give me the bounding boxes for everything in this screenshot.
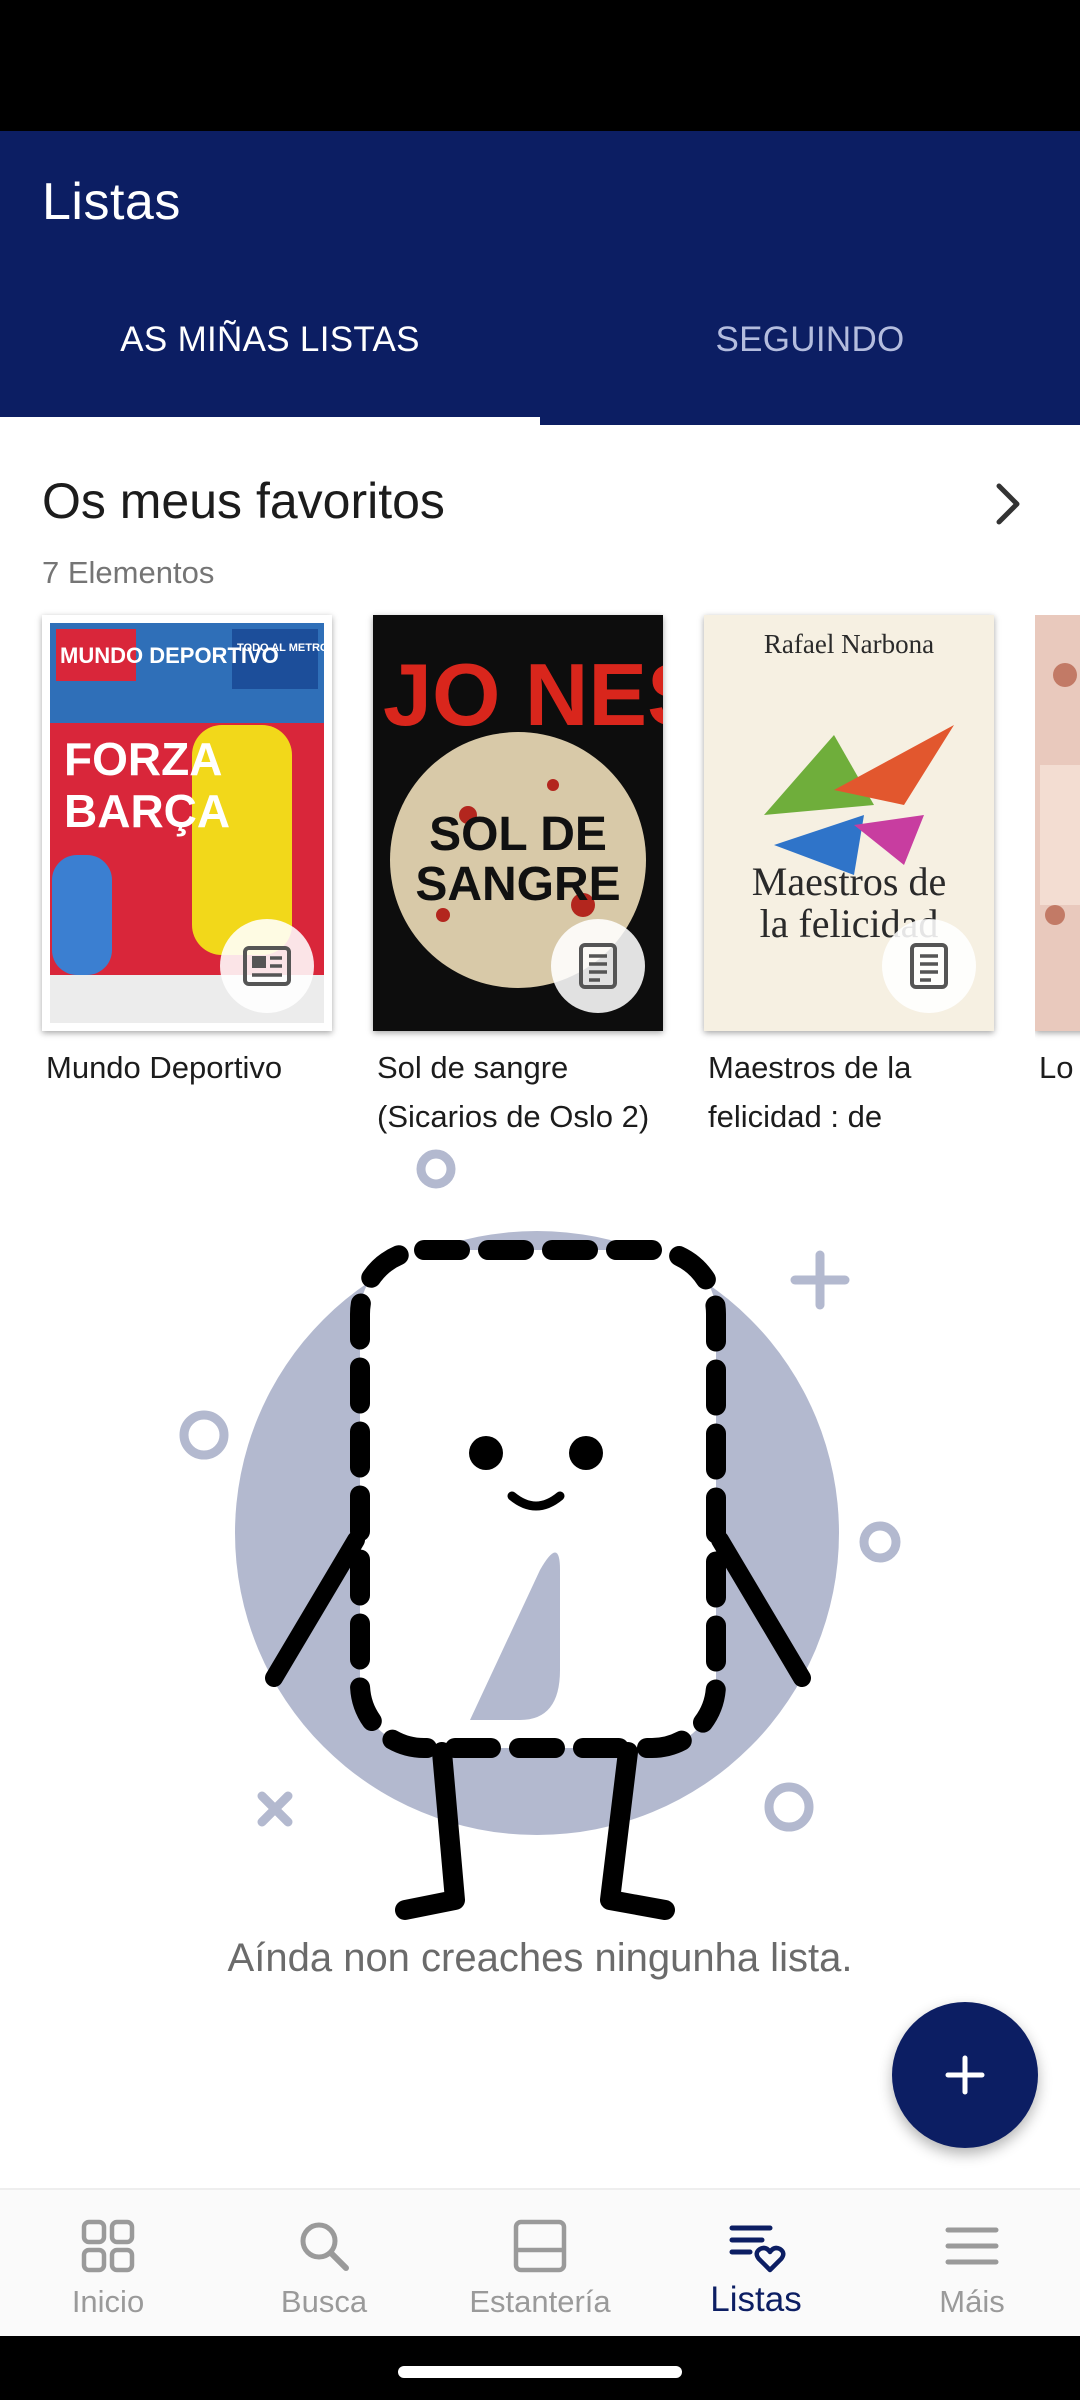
book-icon: [551, 919, 645, 1013]
status-bar: [0, 0, 1080, 131]
newspaper-icon: [220, 919, 314, 1013]
empty-list-illustration: [179, 1149, 901, 1920]
menu-icon: [945, 2227, 999, 2265]
list-heart-icon: [729, 2225, 786, 2273]
svg-text:JO NESBØ: JO NESBØ: [383, 645, 663, 744]
svg-text:BARÇA: BARÇA: [64, 785, 230, 837]
book-title: Sol de sangre (Sicarios de Oslo 2): [377, 1050, 650, 1134]
home-gesture-bar[interactable]: [398, 2366, 682, 2378]
favorites-count: 7 Elementos: [42, 555, 215, 590]
nav-label: Inicio: [71, 2284, 145, 2319]
shelf-icon: [513, 2219, 567, 2273]
book-title: Mundo Deportivo: [46, 1050, 283, 1085]
svg-text:FORZA: FORZA: [64, 733, 222, 785]
nav-item-busca[interactable]: Busca: [216, 2190, 432, 2338]
nav-item-inicio[interactable]: Inicio: [0, 2190, 216, 2338]
svg-text:SOL DE: SOL DE: [429, 808, 607, 861]
book-cover[interactable]: MUNDO DEPORTIVO TODO AL METROPOLITANO FO…: [42, 615, 332, 1031]
book-icon: [882, 919, 976, 1013]
chevron-right-icon[interactable]: [980, 476, 1036, 532]
nav-label: Listas: [710, 2280, 802, 2319]
nav-item-estanteria[interactable]: Estantería: [432, 2190, 648, 2338]
tab-my-lists[interactable]: AS MIÑAS LISTAS: [0, 320, 540, 384]
book-title: Lo sus: [1039, 1050, 1080, 1085]
nav-label: Estantería: [469, 2284, 611, 2319]
book-cover[interactable]: Rafael Narbona Maestros de la felicidad: [704, 615, 994, 1031]
empty-state-message: Aínda non creaches ningunha lista.: [227, 1936, 853, 1980]
favorite-item[interactable]: Rafael Narbona Maestros de la felicidad …: [704, 615, 994, 1141]
plus-icon: [945, 2055, 985, 2095]
search-icon: [300, 2222, 349, 2271]
grid-icon: [81, 2219, 135, 2273]
page-title: Listas: [42, 173, 181, 231]
svg-text:Maestros de: Maestros de: [752, 859, 946, 904]
svg-text:Rafael Narbona: Rafael Narbona: [764, 629, 934, 659]
book-cover[interactable]: JO NESBØ SOL DE SANGRE: [373, 615, 663, 1031]
tab-following[interactable]: SEGUINDO: [540, 320, 1080, 384]
favorite-item[interactable]: MUNDO DEPORTIVO TODO AL METROPOLITANO FO…: [42, 615, 332, 1092]
favorites-title[interactable]: Os meus favoritos: [42, 472, 445, 530]
nav-item-listas[interactable]: Listas: [648, 2190, 864, 2338]
nav-label: Máis: [939, 2284, 1005, 2319]
nav-label: Busca: [280, 2284, 368, 2319]
add-list-button[interactable]: [892, 2002, 1038, 2148]
bottom-navigation: Inicio Busca Estantería Listas Máis: [0, 2188, 1080, 2338]
book-cover[interactable]: [1035, 615, 1080, 1031]
svg-text:SANGRE: SANGRE: [415, 858, 620, 911]
nav-item-mais[interactable]: Máis: [864, 2190, 1080, 2338]
favorite-item[interactable]: Lo sus: [1035, 615, 1080, 1092]
book-title: Maestros de la felicidad : de: [708, 1050, 912, 1134]
svg-text:TODO AL METROPOLITANO: TODO AL METROPOLITANO: [237, 642, 332, 654]
favorite-item[interactable]: JO NESBØ SOL DE SANGRE Sol de sangre (Si…: [373, 615, 663, 1141]
tab-indicator: [0, 417, 540, 425]
